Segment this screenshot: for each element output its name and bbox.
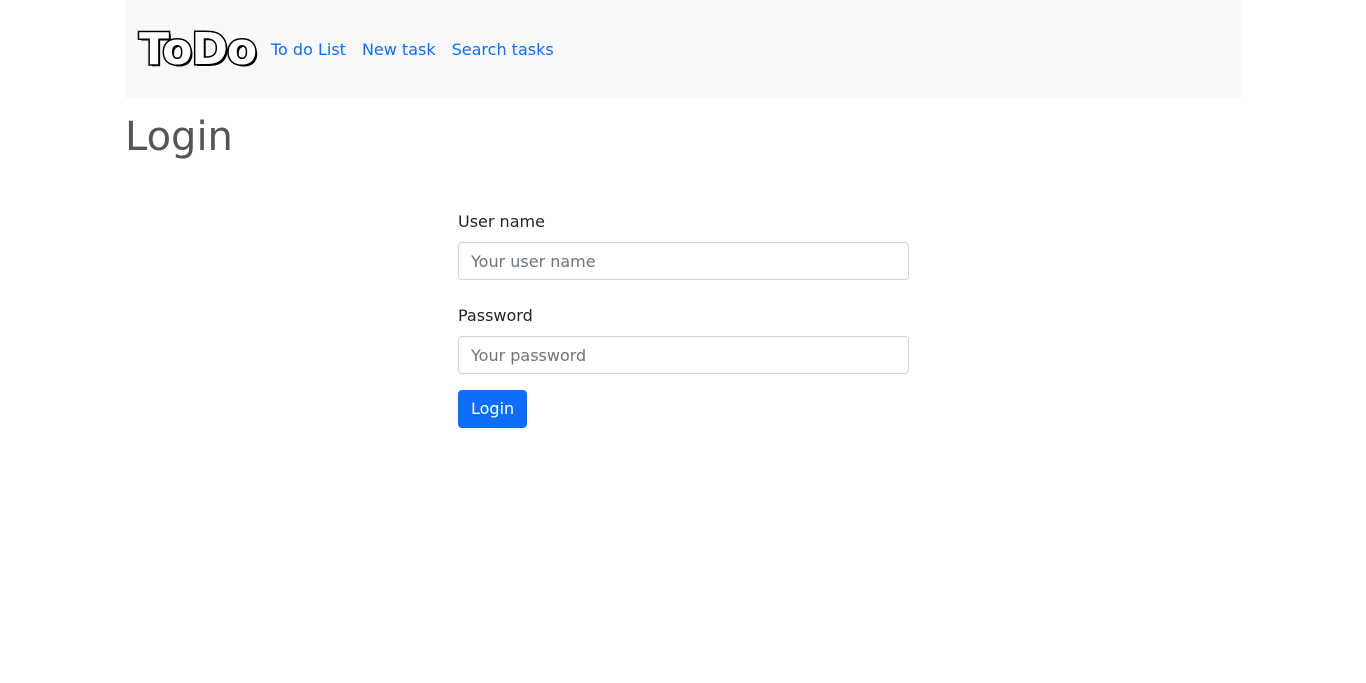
username-label: User name [458, 212, 545, 231]
nav-links: To do List New task Search tasks [271, 38, 570, 62]
login-button[interactable]: Login [458, 390, 528, 428]
nav-link-todo-list[interactable]: To do List [271, 38, 346, 62]
login-form: User name Password Login [458, 210, 909, 428]
password-label: Password [458, 306, 533, 325]
page-title: Login [125, 114, 233, 160]
page-container: ToDo To do List New task Search tasks Lo… [125, 0, 1241, 428]
todo-logo[interactable]: ToDo [137, 23, 258, 77]
nav-link-new-task[interactable]: New task [362, 38, 436, 62]
nav-link-search-tasks[interactable]: Search tasks [452, 38, 554, 62]
password-input[interactable] [458, 336, 909, 374]
username-input[interactable] [458, 242, 909, 280]
navbar: ToDo To do List New task Search tasks [125, 0, 1241, 98]
